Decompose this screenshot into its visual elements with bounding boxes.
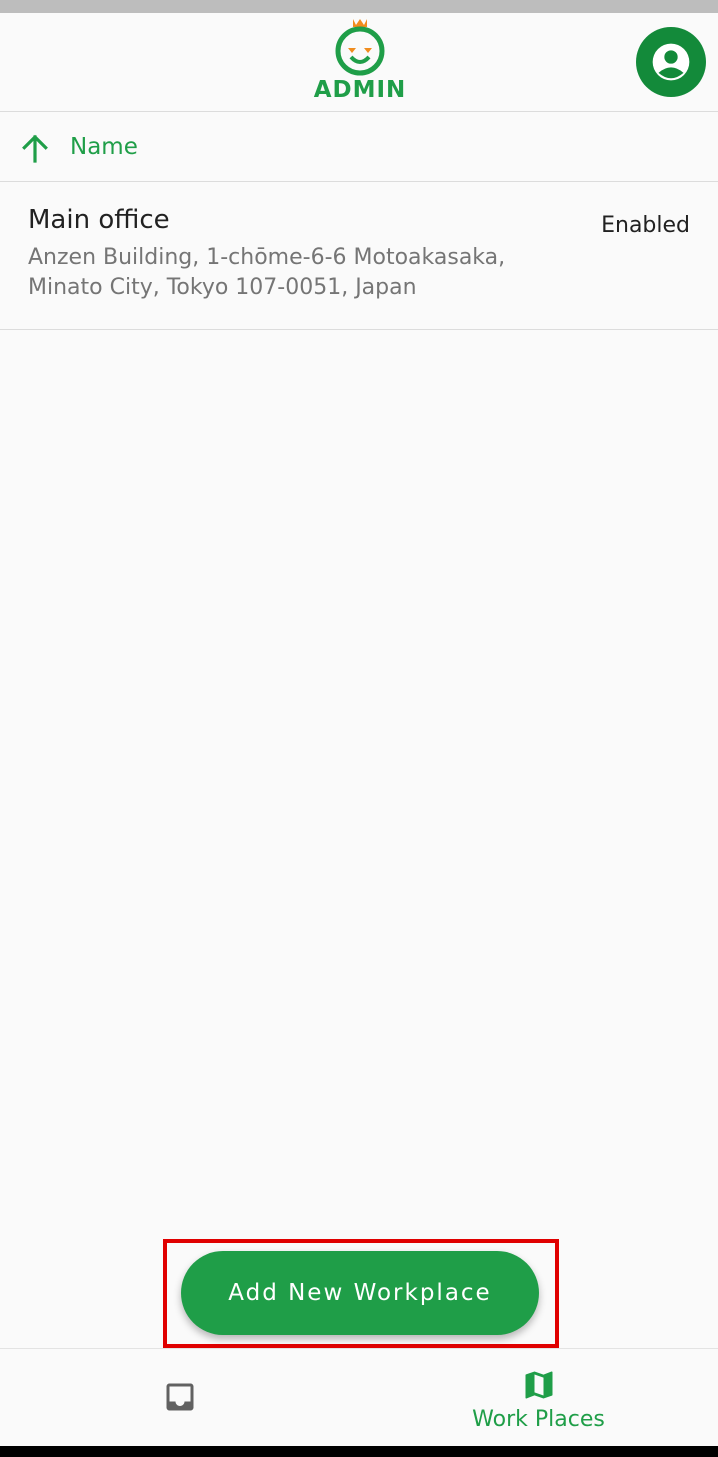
nav-item-label: Work Places [472, 1407, 605, 1432]
logo-mascot-icon [335, 19, 385, 76]
workplace-status: Enabled [601, 213, 690, 238]
workplace-list-item[interactable]: Main office Anzen Building, 1-chōme-6-6 … [0, 183, 718, 330]
arrow-up-icon [22, 134, 48, 163]
sort-label: Name [70, 134, 138, 160]
nav-item-inbox[interactable] [0, 1349, 359, 1447]
app-header: ADMIN [0, 13, 718, 112]
status-bar [0, 0, 718, 13]
sort-header[interactable]: Name [0, 112, 718, 182]
workplace-name: Main office [28, 205, 170, 235]
logo-text: ADMIN [313, 77, 407, 103]
admin-logo: ADMIN [312, 15, 408, 105]
inbox-icon [166, 1383, 194, 1411]
workplace-address: Anzen Building, 1-chōme-6-6 Motoakasaka,… [28, 245, 506, 300]
account-circle-icon [652, 43, 690, 81]
account-button[interactable] [636, 27, 706, 97]
bottom-navigation: Work Places [0, 1348, 718, 1447]
nav-item-work-places[interactable]: Work Places [359, 1349, 718, 1447]
system-navigation-bar [0, 1446, 718, 1457]
add-new-workplace-button[interactable]: Add New Workplace [181, 1251, 539, 1335]
app-screen: ADMIN Name Main office Anzen Building, 1… [0, 0, 718, 1457]
map-icon [525, 1371, 553, 1399]
